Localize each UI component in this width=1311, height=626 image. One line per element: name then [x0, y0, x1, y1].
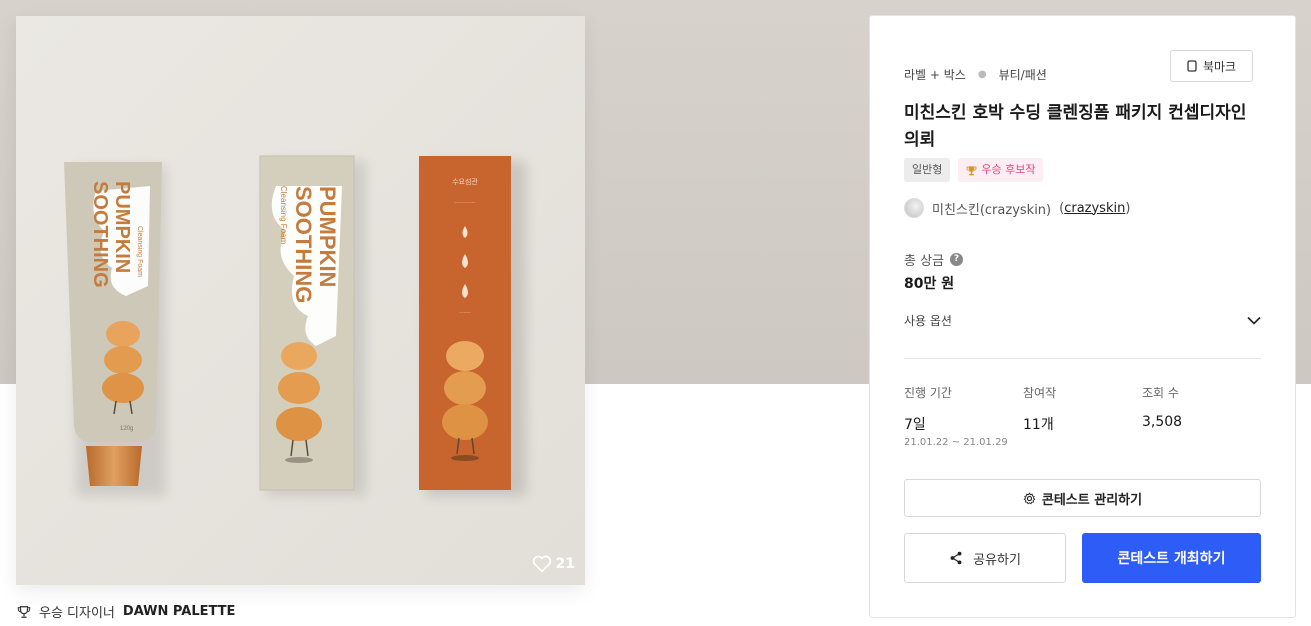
host-contest-button[interactable]: 콘테스트 개최하기: [1082, 533, 1261, 583]
winner-prefix: 우승 디자이너: [39, 606, 115, 621]
badge-row: 일반형 우승 후보작: [904, 158, 1044, 182]
svg-text:PUMPKIN: PUMPKIN: [111, 181, 133, 273]
entries-value: 11개: [1023, 417, 1054, 433]
svg-text:SOOTHING: SOOTHING: [89, 181, 111, 288]
bookmark-button[interactable]: 북마크: [1170, 50, 1253, 82]
entries-label: 참여작: [1023, 386, 1057, 400]
bookmark-label: 북마크: [1202, 59, 1237, 74]
share-button[interactable]: 공유하기: [904, 533, 1066, 583]
host-contest-label: 콘테스트 개최하기: [1117, 551, 1226, 567]
host-link-wrapper: (crazyskin): [1059, 200, 1131, 216]
type-badge: 일반형: [904, 158, 951, 182]
usage-options-toggle[interactable]: 사용 옵션: [904, 312, 1261, 329]
period-value: 7일: [904, 417, 926, 433]
svg-text:Cleansing Foam: Cleansing Foam: [279, 186, 288, 245]
avatar[interactable]: [904, 198, 924, 218]
heart-icon[interactable]: [532, 555, 552, 573]
stat-views: 조회 수 3,508: [1142, 384, 1261, 448]
prize-value: 80만 원: [904, 276, 955, 292]
usage-label: 사용 옵션: [904, 314, 952, 328]
help-icon[interactable]: ?: [950, 253, 964, 266]
stat-entries: 참여작 11개: [1023, 384, 1142, 448]
bookmark-icon: [1187, 60, 1197, 72]
winner-designer: 우승 디자이너 DAWN PALETTE: [17, 602, 235, 621]
svg-text:~~~~~: ~~~~~: [459, 310, 471, 315]
category-sub[interactable]: 뷰티/패션: [999, 66, 1047, 83]
svg-text:~~~~~~~~~: ~~~~~~~~~: [454, 200, 476, 205]
period-label: 진행 기간: [904, 386, 952, 400]
host-info: 미친스킨(crazyskin) (crazyskin): [904, 198, 1130, 218]
chevron-down-icon[interactable]: [1247, 316, 1261, 325]
separator-dot: ●: [977, 69, 987, 80]
manage-label: 콘테스트 관리하기: [1041, 492, 1143, 508]
stat-period: 진행 기간 7일 21.01.22 ~ 21.01.29: [904, 384, 1023, 448]
svg-text:수요섬관: 수요섬관: [452, 177, 478, 186]
like-counter[interactable]: 21: [532, 555, 575, 573]
contest-stats: 진행 기간 7일 21.01.22 ~ 21.01.29 참여작 11개 조회 …: [904, 384, 1261, 448]
period-dates: 21.01.22 ~ 21.01.29: [904, 437, 1008, 448]
winner-candidate-label: 우승 후보작: [981, 163, 1036, 176]
svg-text:120g: 120g: [120, 426, 133, 432]
divider: [904, 358, 1261, 359]
category-main[interactable]: 라벨 + 박스: [904, 66, 966, 83]
host-link[interactable]: crazyskin: [1064, 201, 1125, 216]
product-image[interactable]: PUMPKIN SOOTHING Cleansing Foam 120g PUM…: [16, 16, 585, 585]
like-count: 21: [555, 556, 575, 572]
svg-text:Cleansing Foam: Cleansing Foam: [136, 226, 143, 277]
views-label: 조회 수: [1142, 386, 1179, 400]
category-breadcrumb: 라벨 + 박스 ● 뷰티/패션: [904, 66, 1047, 83]
tube-cap: [86, 446, 142, 486]
contest-info-card: 라벨 + 박스 ● 뷰티/패션 북마크 미친스킨 호박 수딩 클렌징폼 패키지 …: [869, 15, 1296, 618]
product-mockup-illustration: PUMPKIN SOOTHING Cleansing Foam 120g PUM…: [16, 16, 585, 585]
winner-candidate-badge: 우승 후보작: [958, 158, 1044, 182]
host-name: 미친스킨(crazyskin): [932, 202, 1052, 218]
prize-label-row: 총 상금 ?: [904, 250, 964, 269]
trophy-icon: [966, 165, 977, 175]
manage-contest-button[interactable]: 콘테스트 관리하기: [904, 479, 1261, 517]
contest-title: 미친스킨 호박 수딩 클렌징폼 패키지 컨셉디자인 의뢰: [904, 103, 1247, 150]
share-icon: [950, 551, 962, 565]
views-value: 3,508: [1142, 414, 1183, 430]
trophy-icon: [17, 605, 31, 618]
winner-name[interactable]: DAWN PALETTE: [123, 604, 236, 619]
svg-text:PUMPKIN: PUMPKIN: [315, 186, 340, 287]
share-label: 공유하기: [973, 552, 1021, 568]
svg-text:SOOTHING: SOOTHING: [291, 186, 316, 303]
gear-icon: [1023, 491, 1036, 504]
prize-label: 총 상금: [904, 254, 945, 269]
